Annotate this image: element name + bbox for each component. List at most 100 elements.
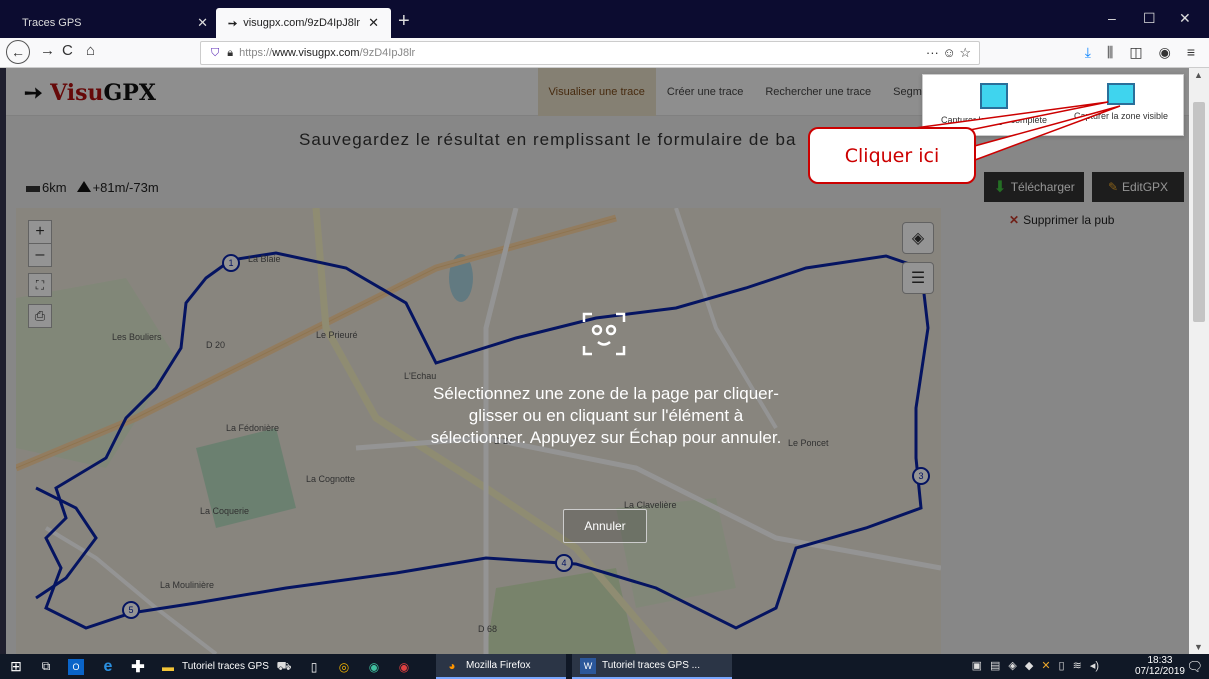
visugpx-logo[interactable]: ➙ VisuGPX — [24, 80, 156, 106]
app-icon-red[interactable]: ◉ — [396, 654, 418, 679]
tray-icon[interactable]: ◈ — [1008, 659, 1016, 672]
editgpx-label: EditGPX — [1122, 180, 1169, 194]
store-icon[interactable]: ⛟ — [276, 654, 298, 679]
map-menu-icon[interactable]: ☰ — [902, 262, 934, 294]
folder-icon: ▬ — [162, 659, 174, 674]
back-button[interactable]: ← — [6, 40, 30, 64]
waypoint-marker-5[interactable]: 5 — [122, 601, 140, 619]
distance-icon — [26, 186, 40, 192]
close-window-button[interactable]: ✕ — [1179, 10, 1191, 27]
capture-visible-area-label: Capturer la zone visible — [1073, 111, 1169, 121]
outlook-icon[interactable]: O — [68, 654, 90, 679]
edge-icon[interactable]: e — [100, 654, 122, 679]
scrollbar-thumb[interactable] — [1193, 102, 1205, 322]
lock-icon[interactable]: 🔒︎ — [227, 47, 233, 60]
tray-icon[interactable]: ◆ — [1025, 659, 1033, 672]
waypoint-marker-3[interactable]: 3 — [912, 467, 930, 485]
taskbar-item-explorer[interactable]: ▬ Tutoriel traces GPS — [160, 654, 279, 679]
chrome-icon[interactable]: ◎ — [336, 654, 358, 679]
elevation-value: +81m/-73m — [92, 180, 159, 195]
taskbar-item-label: Mozilla Firefox — [466, 660, 531, 671]
capture-full-page-button[interactable]: Capturer la page complète — [929, 83, 1059, 125]
clock-date: 07/12/2019 — [1134, 666, 1185, 677]
zoom-in-button[interactable]: + — [28, 220, 52, 244]
screenshot-face-icon — [582, 312, 626, 356]
elevation-icon — [76, 181, 91, 192]
battery-icon[interactable]: ▯ — [1059, 659, 1065, 672]
maximize-button[interactable]: ☐ — [1143, 10, 1156, 27]
download-button[interactable]: ⬇ Télécharger — [984, 172, 1084, 202]
tab-traces-gps[interactable]: Traces GPS ✕ — [10, 8, 220, 38]
url-host: www.visugpx.com — [272, 47, 360, 59]
editgpx-button[interactable]: ✎ EditGPX — [1092, 172, 1184, 202]
scroll-down-icon[interactable]: ▼ — [1194, 642, 1203, 652]
download-arrow-icon: ⬇ — [993, 179, 1007, 196]
close-tab-icon[interactable]: ✕ — [368, 15, 379, 31]
capture-visible-area-button[interactable]: Capturer la zone visible — [1059, 83, 1183, 121]
firefox-icon: ◕ — [448, 658, 456, 673]
library-icon[interactable]: ⫼ — [1107, 44, 1113, 61]
layers-icon[interactable]: ◈ — [902, 222, 934, 254]
volume-icon[interactable]: ◂) — [1090, 659, 1099, 672]
cancel-button[interactable]: Annuler — [563, 509, 647, 543]
taskbar-item-label: Tutoriel traces GPS — [182, 661, 269, 672]
logo-suffix: GPX — [103, 80, 156, 106]
sidebar-icon[interactable]: ◫ — [1129, 44, 1142, 61]
map-label: La Blaie — [248, 254, 281, 264]
marker-label: 3 — [918, 471, 923, 481]
word-icon: W — [580, 657, 596, 674]
tray-icon[interactable]: ▣ — [972, 659, 982, 672]
clock-time: 18:33 — [1147, 655, 1173, 666]
distance-value: 6km — [42, 180, 67, 195]
network-icon[interactable]: ≋ — [1073, 659, 1082, 672]
start-button[interactable]: ⊞ — [8, 654, 30, 679]
reload-button[interactable]: C — [62, 42, 73, 59]
taskbar-item-firefox[interactable]: ◕ Mozilla Firefox — [436, 654, 566, 679]
minimize-button[interactable]: – — [1108, 10, 1116, 26]
tray-icon[interactable]: ▤ — [990, 659, 1000, 672]
url-scheme: https:// — [239, 47, 273, 59]
taskbar-clock[interactable]: 18:33 07/12/2019 — [1135, 655, 1185, 677]
taskbar-item-word[interactable]: W Tutoriel traces GPS ... — [572, 654, 732, 679]
remove-ads-link[interactable]: ✕ Supprimer la pub — [1009, 213, 1114, 227]
tab-visugpx[interactable]: ➙ visugpx.com/9zD4IpJ8lr ✕ — [216, 8, 391, 38]
forward-button[interactable]: → — [40, 42, 55, 59]
url-bar[interactable]: ⛉ 🔒︎ https://www.visugpx.com/9zD4IpJ8lr … — [200, 41, 980, 65]
marker-label: 5 — [128, 605, 133, 615]
close-tab-icon[interactable]: ✕ — [197, 15, 208, 31]
nav-visualiser[interactable]: Visualiser une trace — [537, 68, 656, 116]
new-tab-button[interactable]: + — [398, 10, 410, 33]
scroll-up-icon[interactable]: ▲ — [1194, 70, 1203, 80]
map-label: La Fédonière — [226, 423, 280, 433]
shield-icon[interactable]: ⛉ — [211, 47, 219, 60]
full-page-icon — [980, 83, 1008, 109]
visible-area-icon — [1107, 83, 1135, 105]
map-label: La Cognotte — [306, 474, 356, 484]
page-scrollbar[interactable]: ▲ ▼ — [1189, 68, 1209, 654]
tray-icon[interactable]: ✕ — [1041, 659, 1050, 672]
tab-title: visugpx.com/9zD4IpJ8lr — [243, 17, 360, 29]
fullscreen-icon[interactable]: ⛶ — [28, 273, 52, 297]
app-icon-green[interactable]: ◉ — [366, 654, 388, 679]
waypoint-marker-1[interactable]: 1 — [222, 254, 240, 272]
menu-icon[interactable]: ≡ — [1187, 44, 1195, 61]
capture-full-page-label: Capturer la page complète — [940, 115, 1048, 125]
pencil-icon: ✎ — [1107, 180, 1119, 194]
task-view-icon[interactable]: ⧉ — [38, 654, 60, 679]
logo-prefix: Visu — [50, 80, 104, 106]
system-tray: ▣ ▤ ◈ ◆ ✕ ▯ ≋ ◂) — [972, 659, 1099, 672]
visugpx-favicon-icon: ➙ — [228, 17, 238, 30]
web-page: ➙ VisuGPX Visualiser une trace Créer une… — [6, 68, 1189, 654]
nav-creer[interactable]: Créer une trace — [656, 68, 754, 116]
print-icon[interactable]: ⎙ — [28, 304, 52, 328]
notepad-icon[interactable]: ▯ — [306, 654, 328, 679]
download-icon[interactable]: ⤓ — [1085, 44, 1091, 61]
home-icon[interactable]: ⌂ — [86, 42, 95, 59]
windows-taskbar: ⊞ ⧉ O e ✚ ▬ Tutoriel traces GPS ⛟ ▯ ◎ ◉ … — [0, 654, 1209, 679]
zoom-out-button[interactable]: – — [28, 243, 52, 267]
nav-rechercher[interactable]: Rechercher une trace — [754, 68, 882, 116]
notifications-icon[interactable]: 🗨︎ — [1186, 659, 1203, 675]
page-actions-menu[interactable]: ··· ☺ ☆ — [926, 45, 971, 61]
screenshot-icon[interactable]: ◉ — [1159, 44, 1171, 61]
plus-app-icon[interactable]: ✚ — [130, 654, 152, 679]
